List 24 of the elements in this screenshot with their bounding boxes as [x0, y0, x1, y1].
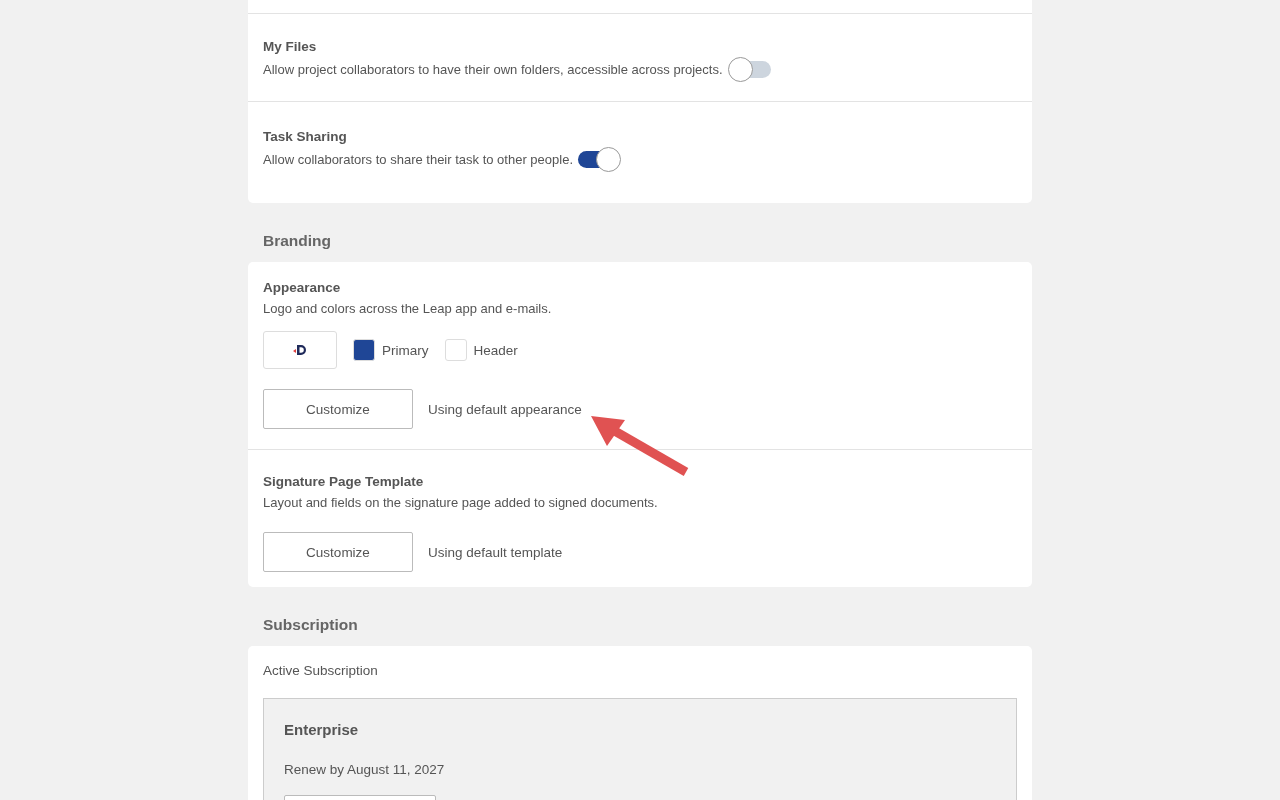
- setting-description: Allow collaborators to share their task to other people.: [263, 150, 573, 169]
- setting-description: Layout and fields on the signature page added to signed documents.: [263, 494, 659, 512]
- subscription-label: Active Subscription: [263, 663, 379, 678]
- section-heading: Branding: [262, 231, 333, 251]
- setting-title: Appearance: [263, 279, 342, 297]
- toggle-switch[interactable]: [727, 57, 771, 82]
- logo-icon: [292, 344, 308, 356]
- section-heading: Subscription: [262, 615, 359, 635]
- customize-button[interactable]: Customize: [263, 532, 413, 572]
- setting-title: Signature Page Template: [263, 473, 425, 491]
- setting-description: Allow project collaborators to have their own folders, accessible across projects.: [263, 60, 723, 79]
- color-label: Header: [473, 342, 518, 358]
- status-text: Using default template: [428, 544, 563, 560]
- color-swatch[interactable]: [353, 339, 375, 361]
- toggle-switch[interactable]: [578, 147, 621, 172]
- setting-title: Task Sharing: [263, 128, 348, 146]
- customize-button[interactable]: Customize: [263, 389, 413, 429]
- color-label: Primary: [382, 342, 429, 358]
- color-swatch[interactable]: [444, 339, 467, 361]
- status-text: Using default appearance: [428, 401, 582, 417]
- renewal-date: Renew by August 11, 2027: [284, 762, 446, 777]
- plan-name: Enterprise: [284, 721, 360, 738]
- setting-title: My Files: [263, 38, 318, 56]
- setting-description: Logo and colors across the Leap app and e-mails.: [263, 300, 553, 318]
